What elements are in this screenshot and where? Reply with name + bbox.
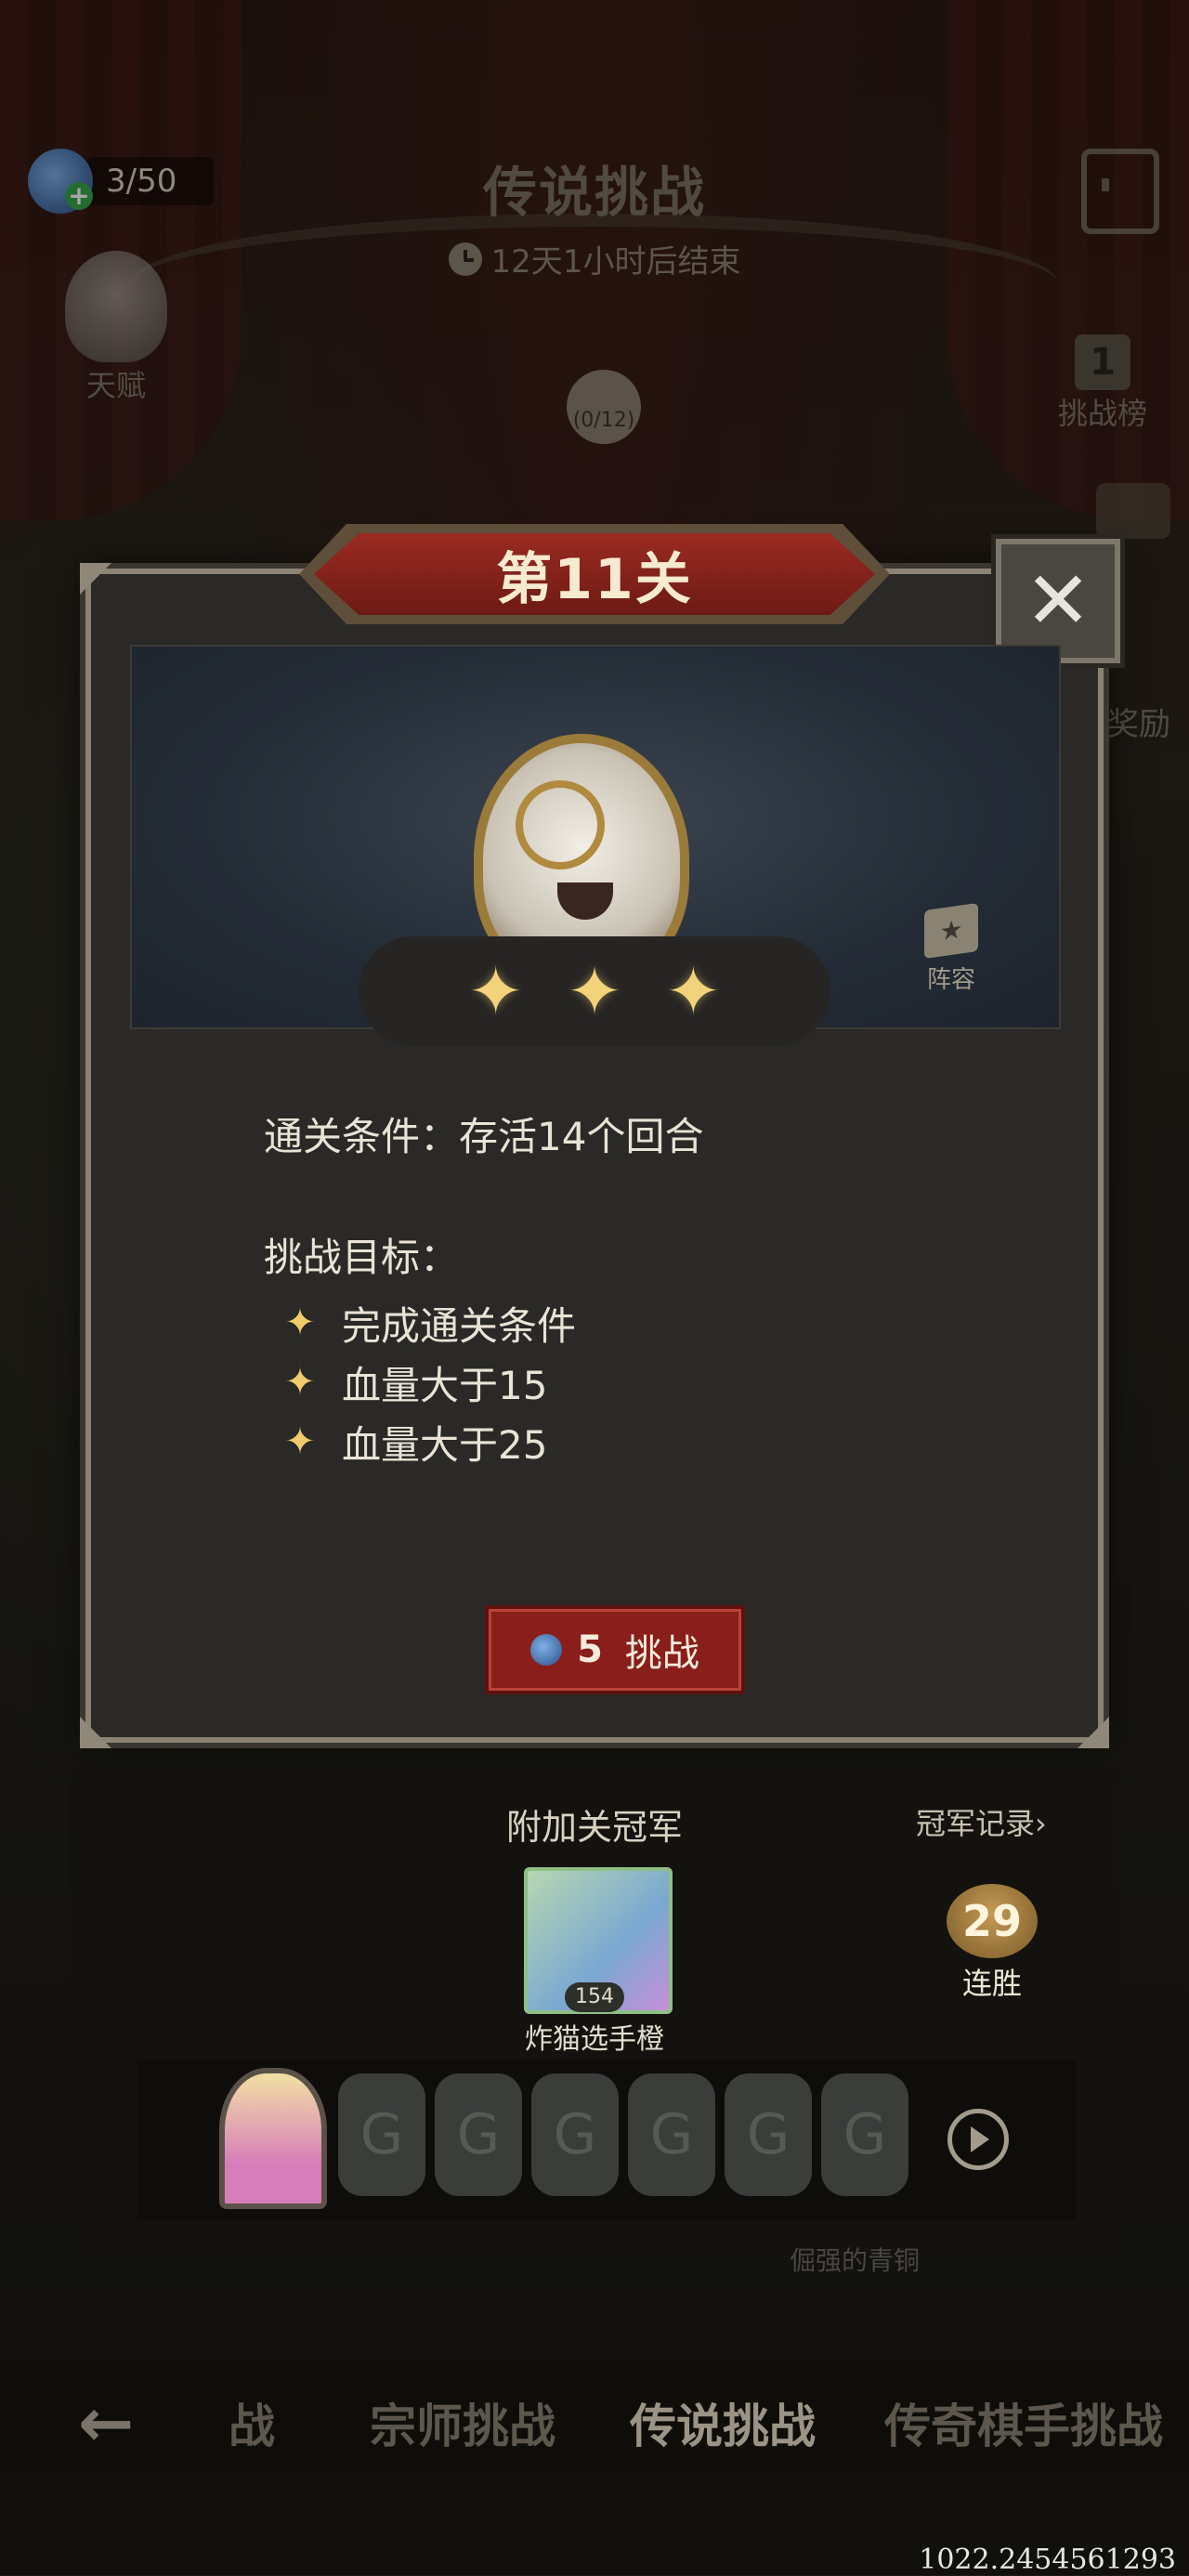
tab-grandmaster[interactable]: 宗师挑战 xyxy=(370,2389,555,2456)
goal-text: 完成通关条件 xyxy=(342,1302,577,1349)
challenge-button[interactable]: 5 挑战 xyxy=(485,1605,745,1694)
star-icon: ✦ xyxy=(284,1361,316,1404)
star-icon: ✦ xyxy=(665,952,722,1030)
tab-partial[interactable]: 战 xyxy=(229,2389,275,2456)
list-item: ✦ 血量大于15 xyxy=(279,1353,576,1412)
star-icon: ✦ xyxy=(284,1420,316,1463)
player-name: 炸猫选手橙 xyxy=(525,2023,664,2056)
level-banner: 第11关 xyxy=(299,524,890,624)
team-slot: G xyxy=(628,2073,715,2196)
background-label: 倔强的青铜 xyxy=(790,2245,921,2276)
list-item: ✦ 完成通关条件 xyxy=(279,1293,576,1353)
star-icon: ✦ xyxy=(467,952,524,1030)
list-item: ✦ 血量大于25 xyxy=(279,1412,576,1471)
corner-ornament xyxy=(80,1717,111,1748)
coordinate-readout: 1022.2454561293 xyxy=(919,2543,1176,2576)
star-icon: ✦ xyxy=(566,952,623,1030)
goal-text: 血量大于15 xyxy=(342,1362,548,1408)
goal-list: ✦ 完成通关条件 ✦ 血量大于15 ✦ 血量大于25 xyxy=(279,1293,576,1471)
team-slot: G xyxy=(435,2073,522,2196)
team-slot: G xyxy=(338,2073,425,2196)
corner-ornament xyxy=(1078,1717,1109,1748)
win-streak: 29 连胜 xyxy=(936,1884,1048,2003)
lineup-button[interactable]: 阵容 xyxy=(914,902,988,995)
lineup-label: 阵容 xyxy=(926,966,975,994)
champion-record-link[interactable]: 冠军记录› xyxy=(916,1800,1047,1843)
back-arrow-icon[interactable]: ← xyxy=(78,2384,134,2462)
team-hero-avatar[interactable] xyxy=(219,2068,327,2209)
corner-ornament xyxy=(80,563,111,595)
team-slot: G xyxy=(531,2073,619,2196)
lineup-book-icon xyxy=(924,902,978,960)
potion-icon xyxy=(530,1634,563,1666)
challenge-label: 挑战 xyxy=(624,1632,699,1675)
tab-legend[interactable]: 传说挑战 xyxy=(630,2389,816,2456)
clear-condition: 通关条件：存活14个回合 xyxy=(264,1114,704,1159)
close-icon: ✕ xyxy=(1024,555,1092,647)
team-slot: G xyxy=(821,2073,908,2196)
player-level-badge: 154 xyxy=(565,1982,624,2012)
goals-heading: 挑战目标： xyxy=(264,1235,460,1280)
star-icon: ✦ xyxy=(284,1301,316,1344)
goal-text: 血量大于25 xyxy=(342,1421,548,1468)
tab-legendary-player[interactable]: 传奇棋手挑战 xyxy=(884,2389,1163,2456)
monocle-icon xyxy=(516,780,605,870)
replay-icon[interactable] xyxy=(947,2109,1009,2170)
level-title: 第11关 xyxy=(496,546,693,612)
challenge-cost: 5 xyxy=(577,1628,603,1671)
streak-label: 连胜 xyxy=(961,1966,1022,2001)
laurel-icon: 29 xyxy=(947,1884,1038,1958)
team-slot: G xyxy=(725,2073,812,2196)
star-rating: ✦ ✦ ✦ xyxy=(359,936,830,1046)
